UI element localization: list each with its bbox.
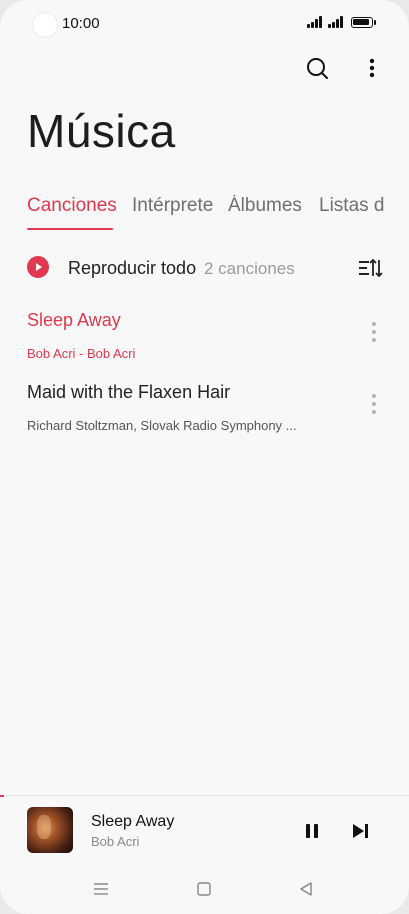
- search-icon[interactable]: [303, 54, 333, 84]
- now-playing-artist: Bob Acri: [91, 834, 140, 849]
- page-title: Música: [27, 105, 176, 157]
- song-more-icon[interactable]: [369, 320, 379, 344]
- pause-icon[interactable]: [303, 822, 321, 840]
- battery-icon: [351, 17, 373, 28]
- tab-albumes[interactable]: Álbumes: [228, 195, 302, 217]
- music-app-screen: 10:00 Música Canciones Intérprete Álbume…: [0, 0, 409, 914]
- song-row[interactable]: Maid with the Flaxen Hair Richard Stoltz…: [27, 382, 383, 444]
- song-row[interactable]: Sleep Away Bob Acri - Bob Acri: [27, 310, 383, 372]
- song-title: Sleep Away: [27, 310, 121, 330]
- status-bar: 10:00: [0, 0, 409, 46]
- system-navigation-bar: [0, 870, 409, 910]
- play-all-label[interactable]: Reproducir todo: [68, 258, 196, 279]
- now-playing-title: Sleep Away: [91, 813, 175, 830]
- play-all-button[interactable]: [27, 256, 49, 278]
- skip-next-icon[interactable]: [351, 822, 371, 840]
- more-vertical-icon[interactable]: [357, 54, 387, 84]
- song-artist: Richard Stoltzman, Slovak Radio Symphony…: [27, 418, 297, 433]
- song-artist: Bob Acri - Bob Acri: [27, 346, 136, 361]
- mini-player[interactable]: Sleep Away Bob Acri: [0, 796, 409, 860]
- active-tab-indicator: [27, 228, 113, 230]
- album-art[interactable]: [27, 807, 73, 853]
- song-count: 2 canciones: [204, 259, 295, 278]
- wifi-signal-icon: [307, 16, 325, 28]
- tab-canciones[interactable]: Canciones: [27, 195, 117, 217]
- song-more-icon[interactable]: [369, 392, 379, 416]
- song-title: Maid with the Flaxen Hair: [27, 382, 231, 402]
- cell-signal-icon: [328, 16, 346, 28]
- camera-cutout: [32, 12, 58, 38]
- status-time: 10:00: [62, 15, 100, 32]
- tab-listas[interactable]: Listas d: [319, 195, 384, 217]
- back-triangle-icon[interactable]: [295, 878, 317, 900]
- tab-interprete[interactable]: Intérprete: [132, 195, 213, 217]
- tab-bar: Canciones Intérprete Álbumes Listas d: [27, 195, 409, 235]
- sort-icon[interactable]: [357, 257, 383, 279]
- menu-icon[interactable]: [90, 878, 112, 900]
- home-square-icon[interactable]: [193, 878, 215, 900]
- play-all-row: Reproducir todo 2 canciones: [27, 254, 383, 284]
